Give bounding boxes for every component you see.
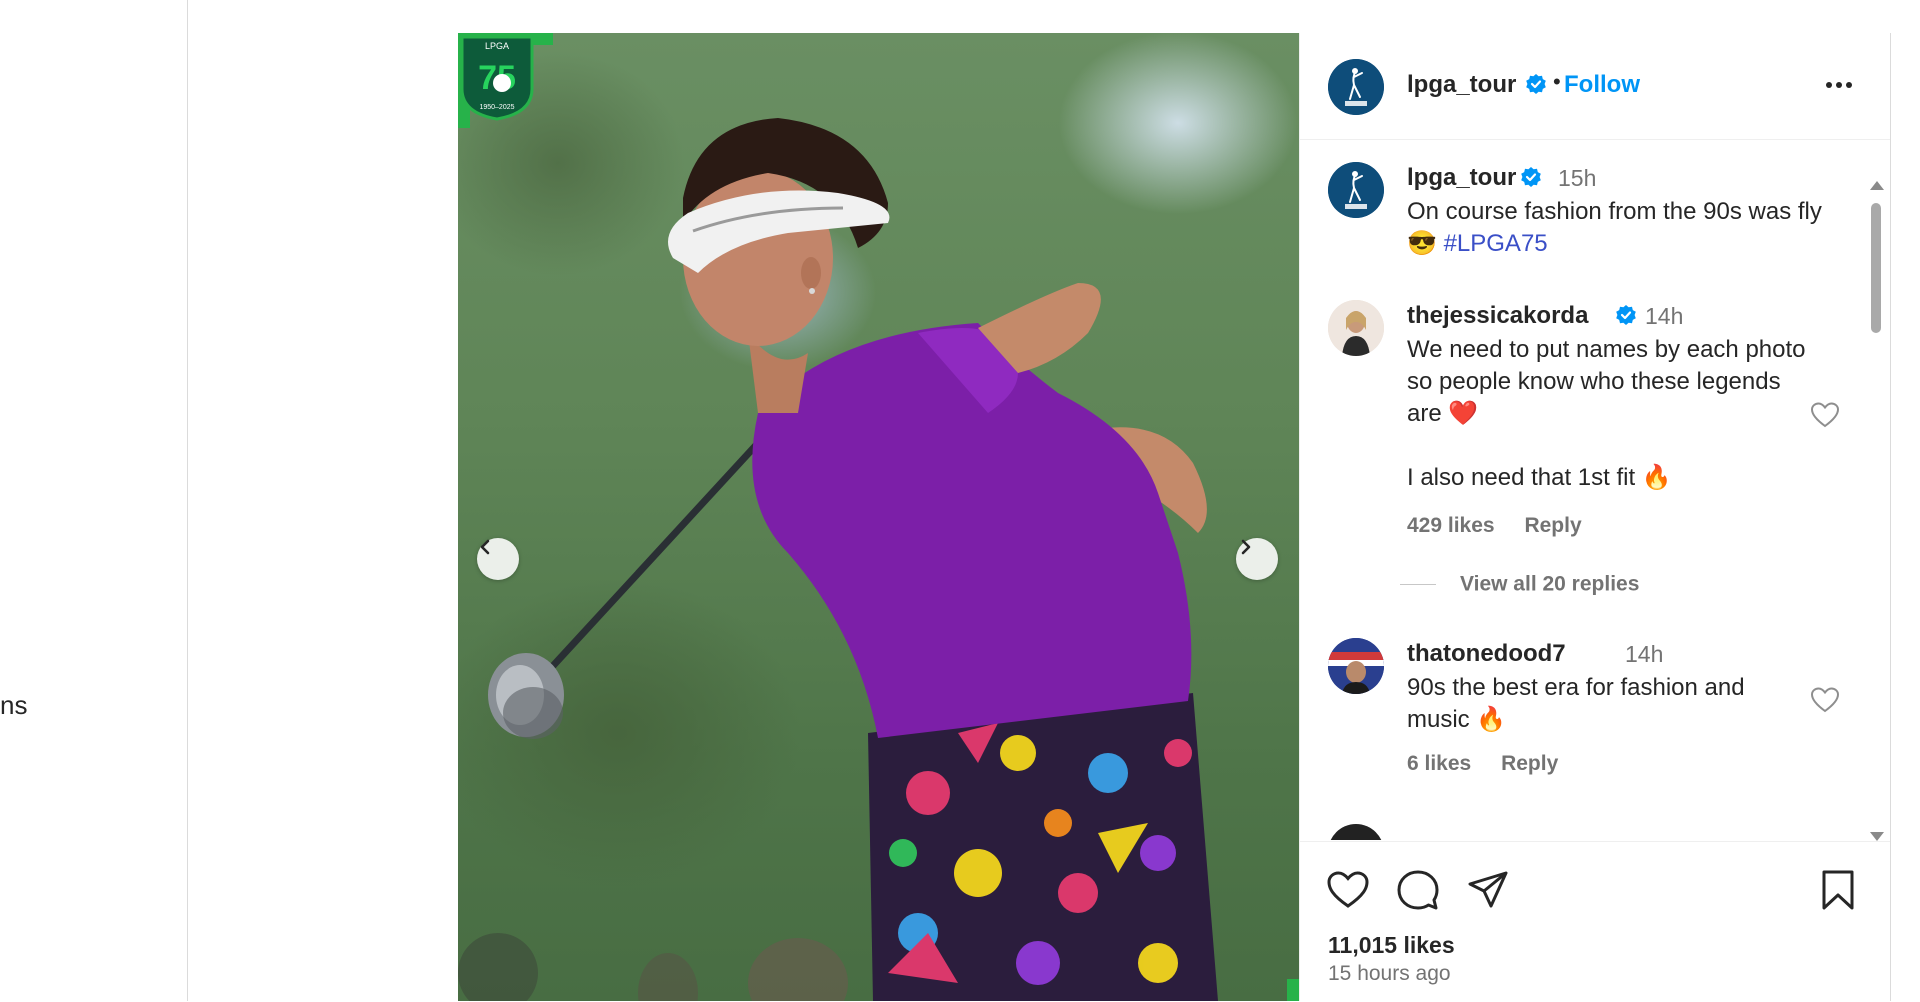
follow-button[interactable]: Follow	[1564, 71, 1640, 99]
comment-meta: 429 likes Reply	[1407, 514, 1606, 538]
separator-dot: •	[1553, 69, 1561, 94]
caption-time: 15h	[1558, 165, 1597, 191]
comment-text: 90s the best era for fashion and music 🔥	[1407, 672, 1787, 736]
profile-photo-icon	[1328, 638, 1384, 694]
carousel-prev-button[interactable]	[477, 538, 519, 580]
like-comment-heart-icon[interactable]	[1810, 401, 1840, 429]
left-nav-rail: ns	[0, 0, 188, 1001]
post-side-panel: lpga_tour • Follow lpga_tour 15h On cour…	[1299, 33, 1891, 1001]
commenter-avatar[interactable]	[1328, 300, 1384, 356]
brand-corner-bracket-bottom	[1287, 979, 1299, 1001]
more-options-icon[interactable]	[1822, 73, 1856, 97]
comment-text-second: I also need that 1st fit 🔥	[1407, 462, 1827, 494]
comment-time: 14h	[1645, 303, 1684, 329]
caption-username[interactable]: lpga_tour	[1407, 164, 1516, 192]
fire-emoji-icon: 🔥	[1476, 706, 1507, 733]
caption-text: On course fashion from the 90s was fly 😎…	[1407, 196, 1847, 260]
view-replies-button[interactable]: View all 20 replies	[1400, 572, 1639, 596]
reply-button[interactable]: Reply	[1501, 752, 1558, 775]
lpga-75-badge: LPGA 75 1950–2025	[460, 35, 534, 121]
nav-item-label-partial[interactable]: ns	[0, 690, 27, 721]
carousel-next-button[interactable]	[1236, 538, 1278, 580]
verified-icon	[1526, 74, 1546, 94]
comment-likes[interactable]: 6 likes	[1407, 752, 1471, 775]
chevron-right-icon	[1241, 539, 1251, 555]
caption-body: On course fashion from the 90s was fly	[1407, 198, 1822, 225]
heart-icon[interactable]	[1326, 868, 1370, 912]
lpga-logo-icon	[1328, 162, 1384, 218]
comment-body-second: I also need that 1st fit	[1407, 464, 1636, 491]
replies-divider-line	[1400, 583, 1436, 585]
post-timestamp[interactable]: 15 hours ago	[1328, 962, 1451, 986]
verified-icon	[1616, 305, 1636, 325]
author-avatar[interactable]	[1328, 59, 1384, 115]
caption-avatar[interactable]	[1328, 162, 1384, 218]
like-comment-heart-icon[interactable]	[1810, 686, 1840, 714]
commenter-avatar-partial[interactable]	[1328, 824, 1384, 840]
author-username[interactable]: lpga_tour	[1407, 71, 1516, 99]
badge-years-text: 1950–2025	[479, 104, 514, 111]
chevron-left-icon	[480, 539, 490, 555]
comment-icon[interactable]	[1396, 868, 1440, 912]
post-header: lpga_tour • Follow	[1300, 33, 1890, 140]
comment-body: 90s the best era for fashion and music	[1407, 674, 1745, 733]
lpga-logo-icon	[1328, 59, 1384, 115]
comments-list[interactable]: lpga_tour 15h On course fashion from the…	[1300, 140, 1890, 840]
reply-button[interactable]: Reply	[1524, 514, 1581, 537]
comment-username[interactable]: thatonedood7	[1407, 640, 1566, 668]
comment-text: We need to put names by each photo so pe…	[1407, 334, 1807, 430]
comment-username[interactable]: thejessicakorda	[1407, 302, 1588, 330]
share-icon[interactable]	[1466, 868, 1510, 912]
golfer-illustration	[458, 118, 1218, 1001]
post-image[interactable]: LPGA 75 1950–2025	[458, 33, 1299, 1001]
scroll-down-arrow-icon[interactable]	[1870, 832, 1884, 841]
fire-emoji-icon: 🔥	[1641, 464, 1672, 491]
comment-meta: 6 likes Reply	[1407, 752, 1582, 776]
post-likes-count[interactable]: 11,015 likes	[1328, 932, 1455, 959]
commenter-avatar[interactable]	[1328, 638, 1384, 694]
save-icon[interactable]	[1816, 868, 1860, 912]
verified-icon	[1521, 167, 1541, 187]
view-replies-label: View all 20 replies	[1460, 572, 1640, 596]
heart-emoji-icon: ❤️	[1448, 400, 1479, 427]
hashtag-link[interactable]: #LPGA75	[1444, 230, 1548, 257]
badge-top-text: LPGA	[485, 41, 509, 51]
scroll-up-arrow-icon[interactable]	[1870, 181, 1884, 190]
comment-time: 14h	[1625, 641, 1664, 667]
post-actions: 11,015 likes 15 hours ago	[1300, 841, 1890, 1002]
profile-photo-icon	[1328, 300, 1384, 356]
sunglasses-emoji-icon: 😎	[1407, 230, 1437, 257]
comment-likes[interactable]: 429 likes	[1407, 514, 1495, 537]
scroll-thumb[interactable]	[1871, 203, 1881, 333]
comments-scrollbar[interactable]	[1868, 181, 1884, 841]
